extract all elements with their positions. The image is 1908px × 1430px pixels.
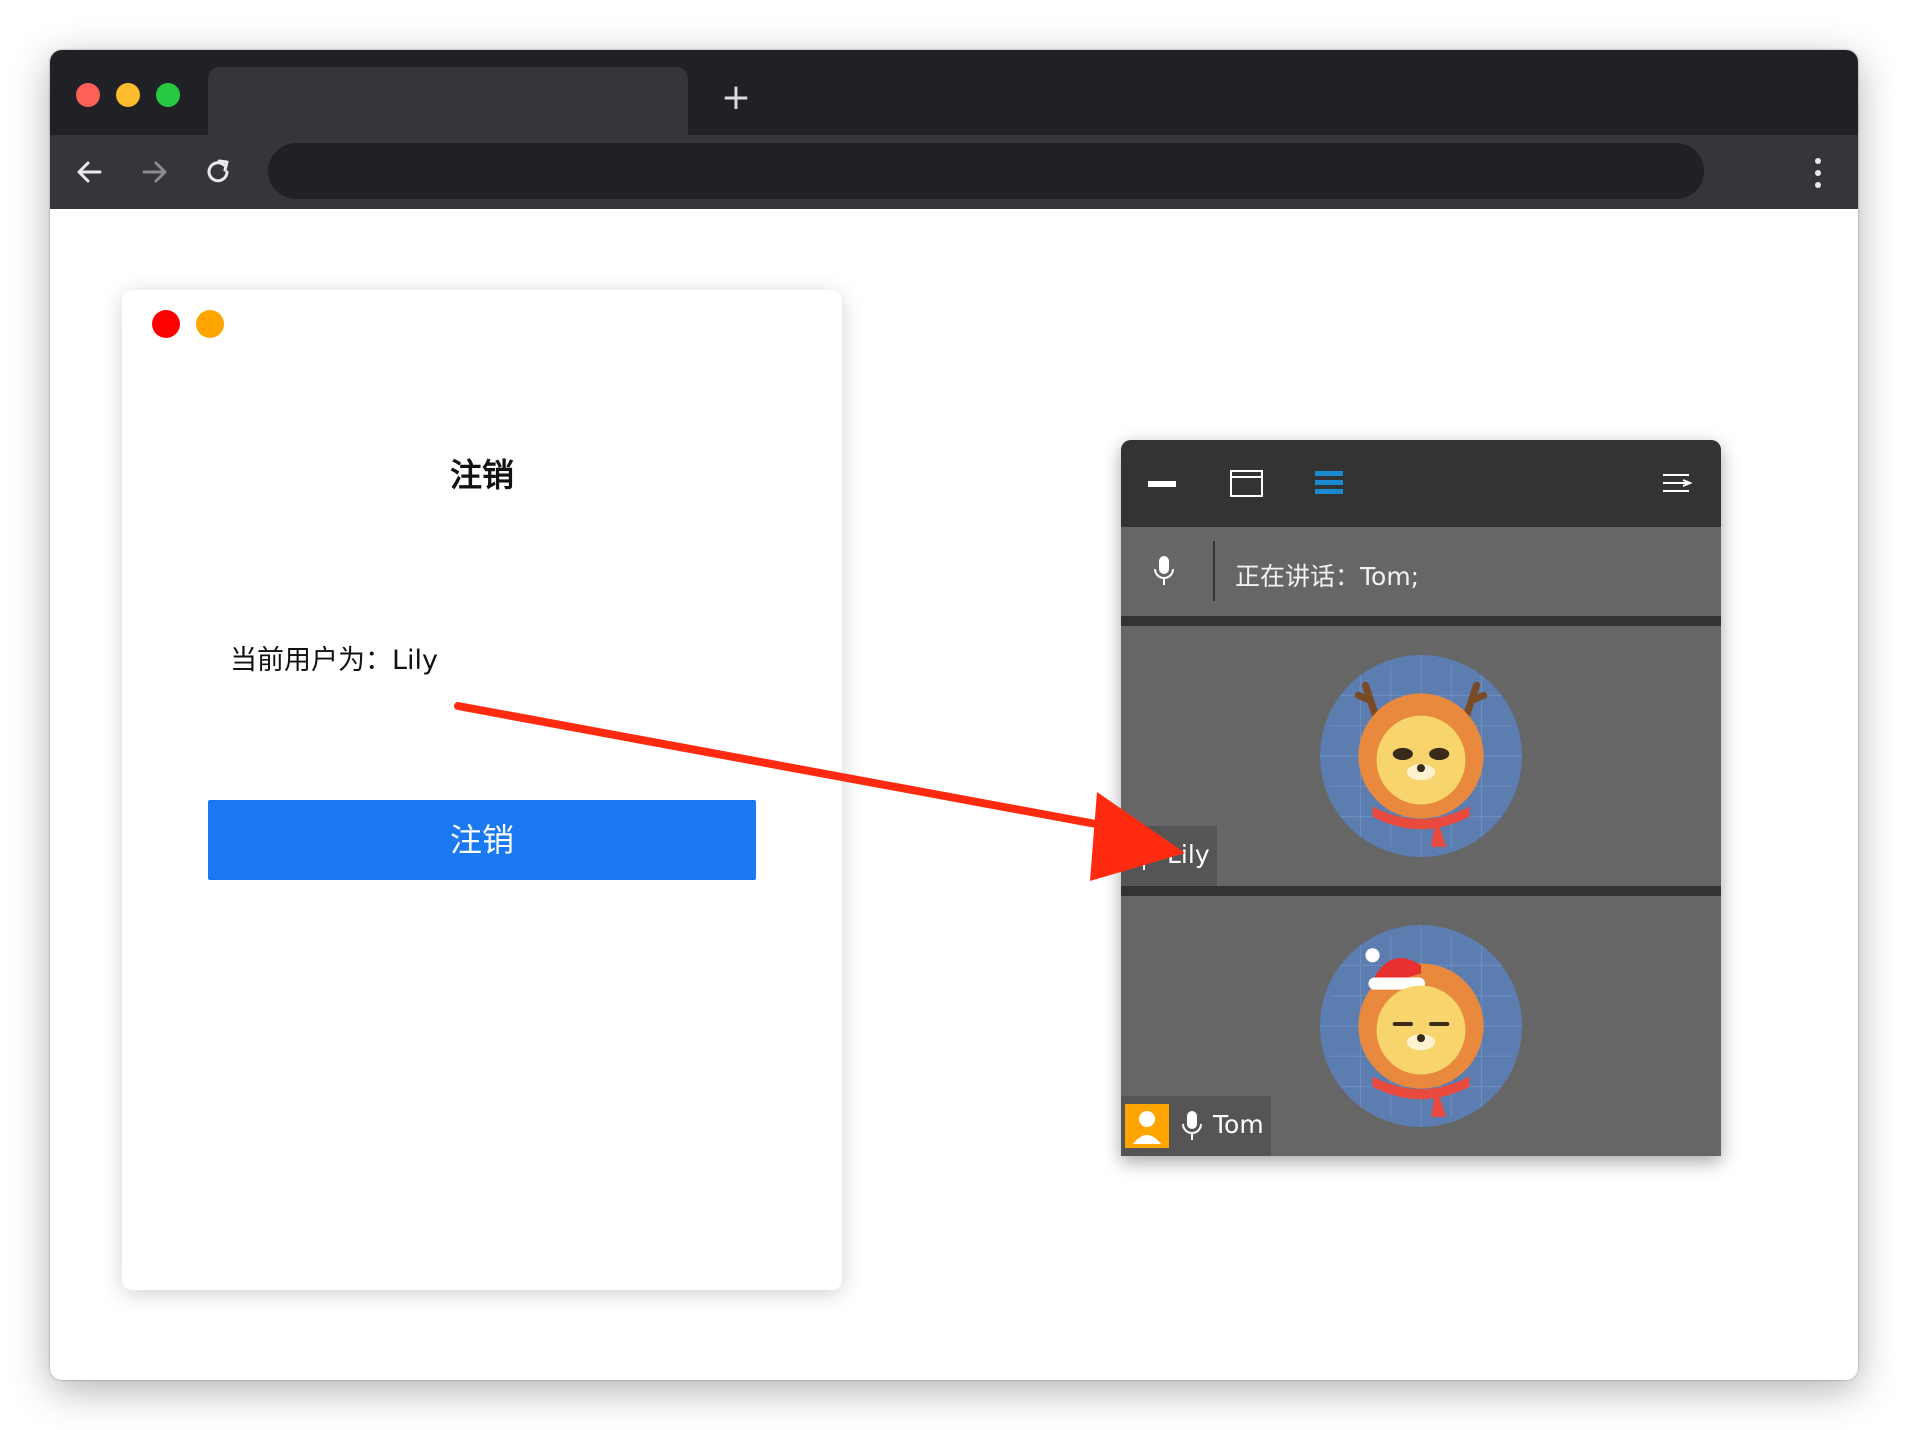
tile-divider	[1121, 886, 1721, 896]
host-badge	[1125, 1104, 1169, 1148]
collapse-menu-icon[interactable]	[1659, 466, 1695, 502]
window-icon[interactable]	[1229, 466, 1265, 502]
reindeer-lion-avatar	[1320, 655, 1522, 857]
participant-badge: Lily	[1121, 826, 1217, 886]
participant-badge: Tom	[1121, 1096, 1271, 1156]
list-view-icon[interactable]	[1311, 466, 1347, 502]
participant-name: Lily	[1167, 840, 1210, 869]
panel-toolbar	[1121, 440, 1721, 527]
more-vert-icon[interactable]	[1812, 155, 1824, 191]
browser-titlebar: +	[50, 50, 1858, 135]
tile-divider	[1121, 616, 1721, 626]
browser-window: + 注销 当前用户为：Lily 注销 正在讲话：Tom; Lily Tom	[50, 50, 1858, 1380]
browser-toolbar	[50, 135, 1858, 209]
microphone-icon	[1182, 1111, 1202, 1140]
orange-dot-icon	[196, 310, 224, 338]
minimize-window-button[interactable]	[116, 83, 140, 107]
close-window-button[interactable]	[76, 83, 100, 107]
participant-tile-tom[interactable]: Tom	[1121, 896, 1721, 1156]
page-title: 注销	[449, 456, 514, 494]
logout-button[interactable]: 注销	[208, 800, 756, 880]
speaking-row: 正在讲话：Tom;	[1121, 527, 1721, 614]
address-bar[interactable]	[268, 143, 1704, 199]
logout-card: 注销 当前用户为：Lily 注销	[122, 290, 842, 1290]
maximize-window-button[interactable]	[156, 83, 180, 107]
santa-hat-lion-avatar	[1320, 925, 1522, 1127]
browser-tab[interactable]	[208, 67, 688, 135]
red-dot-icon	[152, 310, 180, 338]
person-icon	[1133, 1111, 1161, 1144]
page-content: 注销 当前用户为：Lily 注销 正在讲话：Tom; Lily Tom	[50, 209, 1858, 1380]
microphone-icon[interactable]	[1151, 555, 1177, 587]
forward-arrow-icon[interactable]	[136, 154, 172, 190]
minimize-icon[interactable]	[1145, 466, 1181, 502]
participant-name: Tom	[1213, 1110, 1264, 1139]
microphone-icon	[1134, 841, 1154, 870]
speaking-status: 正在讲话：Tom;	[1235, 562, 1420, 591]
conference-panel: 正在讲话：Tom; Lily Tom	[1121, 440, 1721, 1156]
speaking-divider	[1213, 541, 1215, 601]
participant-tile-lily[interactable]: Lily	[1121, 626, 1721, 886]
current-user-text: 当前用户为：Lily	[230, 645, 439, 676]
new-tab-icon[interactable]: +	[718, 80, 754, 116]
back-arrow-icon[interactable]	[72, 154, 108, 190]
reload-icon[interactable]	[200, 154, 236, 190]
